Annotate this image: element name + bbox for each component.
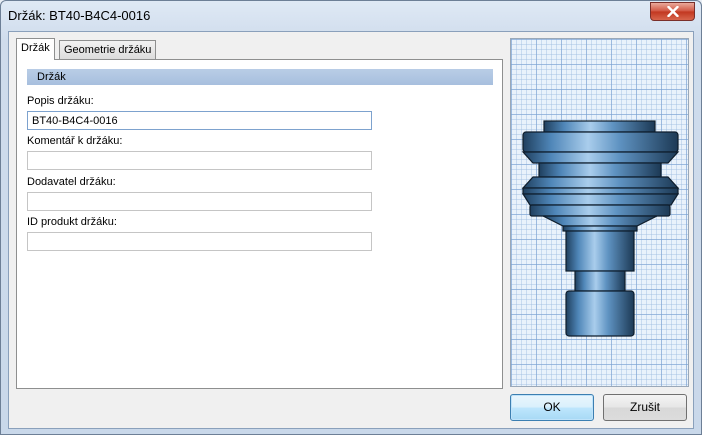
ok-button[interactable]: OK — [510, 394, 594, 421]
comment-input[interactable] — [27, 151, 372, 170]
description-input[interactable] — [27, 111, 372, 130]
close-icon — [666, 6, 679, 17]
section-header: Držák — [27, 69, 493, 85]
product-id-label: ID produkt držáku: — [27, 216, 117, 228]
holder-preview — [510, 38, 689, 387]
tab-holder-geometry[interactable]: Geometrie držáku — [59, 40, 157, 59]
comment-label: Komentář k držáku: — [27, 135, 123, 147]
tool-holder-illustration — [521, 120, 680, 337]
tab-holder[interactable]: Držák — [16, 38, 55, 60]
supplier-input[interactable] — [27, 192, 372, 211]
cancel-button[interactable]: Zrušit — [603, 394, 687, 421]
close-button[interactable] — [650, 2, 695, 21]
tab-panel-holder: Držák Popis držáku: Komentář k držáku: D… — [16, 59, 503, 389]
title-bar[interactable]: Držák: BT40-B4C4-0016 — [1, 1, 701, 31]
product-id-input[interactable] — [27, 232, 372, 251]
dialog-window: Držák: BT40-B4C4-0016 Držák Geometrie dr… — [0, 0, 702, 435]
description-label: Popis držáku: — [27, 95, 94, 107]
dialog-content: Držák Geometrie držáku Držák Popis držák… — [8, 31, 694, 429]
supplier-label: Dodavatel držáku: — [27, 176, 116, 188]
window-title: Držák: BT40-B4C4-0016 — [8, 8, 151, 23]
